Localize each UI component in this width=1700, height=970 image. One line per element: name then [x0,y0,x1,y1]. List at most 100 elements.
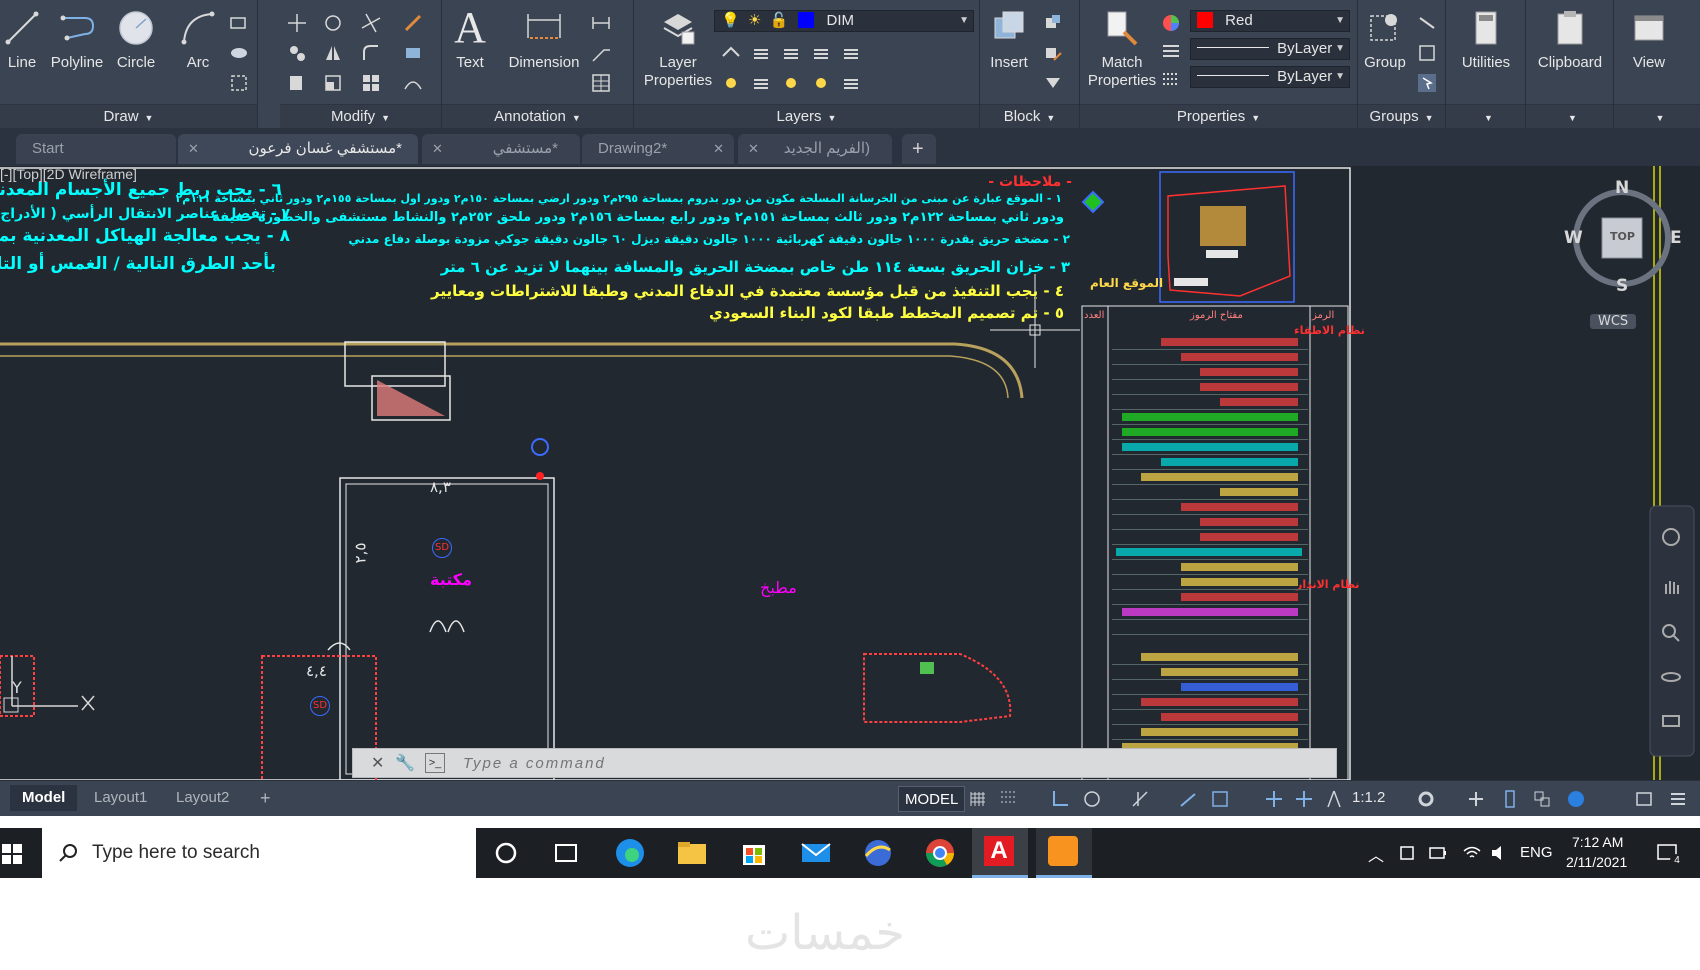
utilities-panel-title[interactable]: ▼ [1446,104,1525,128]
trim-icon[interactable] [360,12,382,34]
tab-layout2[interactable]: Layout2 [164,785,241,811]
layer-tool-8-icon[interactable] [780,72,802,94]
lineweight-dropdown[interactable]: ByLayer ▼ [1190,66,1350,88]
group-button[interactable]: Group [1360,8,1410,71]
battery-icon[interactable] [1428,845,1448,861]
draw-panel-title[interactable]: Draw ▼ [0,104,257,128]
command-input[interactable] [463,753,1063,773]
isolate-icon[interactable] [1532,789,1552,809]
task-view-icon[interactable] [548,836,584,870]
mirror-icon[interactable] [322,42,344,64]
meet-now-icon[interactable] [1398,844,1416,862]
file-explorer-icon[interactable] [674,836,710,870]
dimension-button[interactable]: Dimension [504,8,584,71]
input-language[interactable]: ENG [1520,844,1553,861]
close-icon[interactable]: ✕ [748,134,759,164]
view-button[interactable]: View [1614,8,1684,71]
boundary-icon[interactable] [228,72,250,94]
phone-icon[interactable] [1500,789,1520,809]
fillet-icon[interactable] [360,42,382,64]
linear-dim-icon[interactable] [590,12,612,34]
otrack-icon[interactable] [1178,789,1198,809]
text-button[interactable]: A Text [448,6,492,72]
cortana-icon[interactable] [488,836,524,870]
layer-tool-5-icon[interactable] [840,42,862,64]
ortho-icon[interactable] [1050,789,1070,809]
pdf-app-taskbar-button[interactable] [1036,828,1092,878]
layers-panel-title[interactable]: Layers ▼ [634,104,979,128]
move-icon[interactable] [286,12,308,34]
compass-west[interactable]: W [1564,228,1583,248]
layer-tool-6-icon[interactable] [720,72,742,94]
hardware-accel-icon[interactable] [1566,789,1586,809]
plus-icon[interactable] [1466,789,1486,809]
annotation-scale-value[interactable]: 1:1.2 [1352,789,1385,806]
wifi-icon[interactable] [1462,844,1482,862]
layer-tool-4-icon[interactable] [810,42,832,64]
auto-scale-icon[interactable] [1294,789,1314,809]
erase-icon[interactable] [402,12,424,34]
layer-tool-7-icon[interactable] [750,72,772,94]
group-edit-icon[interactable] [1416,42,1438,64]
browser-globe-icon[interactable] [860,836,896,870]
new-tab-button[interactable]: + [902,134,936,164]
offset-icon[interactable] [402,72,424,94]
view-panel-title[interactable]: ▼ [1614,104,1700,128]
compass-east[interactable]: E [1670,228,1682,248]
layer-tool-3-icon[interactable] [780,42,802,64]
tab-new-frame[interactable]: (الفريم الجديد 1)* ✕ [738,134,892,187]
model-space-toggle[interactable]: MODEL [898,786,966,812]
tray-expand-icon[interactable]: ︿ [1368,842,1384,866]
close-icon[interactable]: ✕ [371,753,384,773]
match-properties-button[interactable]: Match Properties [1082,8,1162,90]
tab-hospital-work[interactable]: *مستشفي شغلي ✕ [422,134,580,187]
close-icon[interactable]: ✕ [188,134,199,164]
zoom-icon[interactable] [1660,622,1682,644]
clock-date[interactable]: 2/11/2021 [1566,854,1627,870]
groups-panel-title[interactable]: Groups ▼ [1358,104,1445,128]
tab-layout1[interactable]: Layout1 [82,785,159,811]
arc-button[interactable]: Arc [176,8,220,71]
volume-icon[interactable] [1490,844,1510,862]
properties-panel-title[interactable]: Properties ▼ [1080,104,1357,128]
stretch-icon[interactable] [286,72,308,94]
steering-wheel-icon[interactable] [1660,526,1682,548]
command-prompt-icon[interactable]: >_ [425,753,445,773]
orbit-icon[interactable] [1660,666,1682,688]
edit-block-icon[interactable] [1042,42,1064,64]
linetype-dropdown[interactable]: ByLayer ▼ [1190,38,1350,60]
chrome-icon[interactable] [922,836,958,870]
taskbar-search[interactable]: Type here to search [42,828,476,878]
tab-model[interactable]: Model [10,785,78,811]
hatch-icon[interactable] [228,42,250,64]
utilities-button[interactable]: Utilities [1446,8,1526,71]
showmotion-icon[interactable] [1660,710,1682,732]
close-icon[interactable]: ✕ [713,134,724,164]
copy-icon[interactable] [286,42,308,64]
osnap-icon[interactable] [1130,789,1150,809]
annotation-visibility-icon[interactable] [1264,789,1284,809]
circle-button[interactable]: Circle [110,8,162,71]
compass-north[interactable]: N [1615,178,1629,198]
close-icon[interactable]: ✕ [432,134,443,164]
windows-start-icon[interactable] [2,844,22,864]
clean-screen-icon[interactable] [1634,789,1654,809]
layer-tool-1-icon[interactable] [720,42,742,64]
layer-properties-button[interactable]: Layer Properties [638,8,718,90]
autocad-taskbar-button[interactable]: A [972,828,1028,878]
block-panel-title[interactable]: Block ▼ [980,104,1079,128]
compass-south[interactable]: S [1616,276,1628,296]
customize-menu-icon[interactable] [1668,789,1688,809]
dynamic-ucs-icon[interactable] [1210,789,1230,809]
rectangle-icon[interactable] [228,12,250,34]
viewcube-top-face[interactable]: TOP [1610,230,1635,243]
rotate-icon[interactable] [322,12,344,34]
layer-tool-9-icon[interactable] [810,72,832,94]
annotation-panel-title[interactable]: Annotation ▼ [442,104,633,128]
layer-tool-2-icon[interactable] [750,42,772,64]
layer-dropdown[interactable]: 💡 ☀ 🔓 DIM ▼ [714,10,974,32]
insert-button[interactable]: Insert [984,8,1034,71]
clock-time[interactable]: 7:12 AM [1572,834,1623,850]
leader-icon[interactable] [590,42,612,64]
wcs-menu[interactable]: WCS [1590,314,1637,329]
